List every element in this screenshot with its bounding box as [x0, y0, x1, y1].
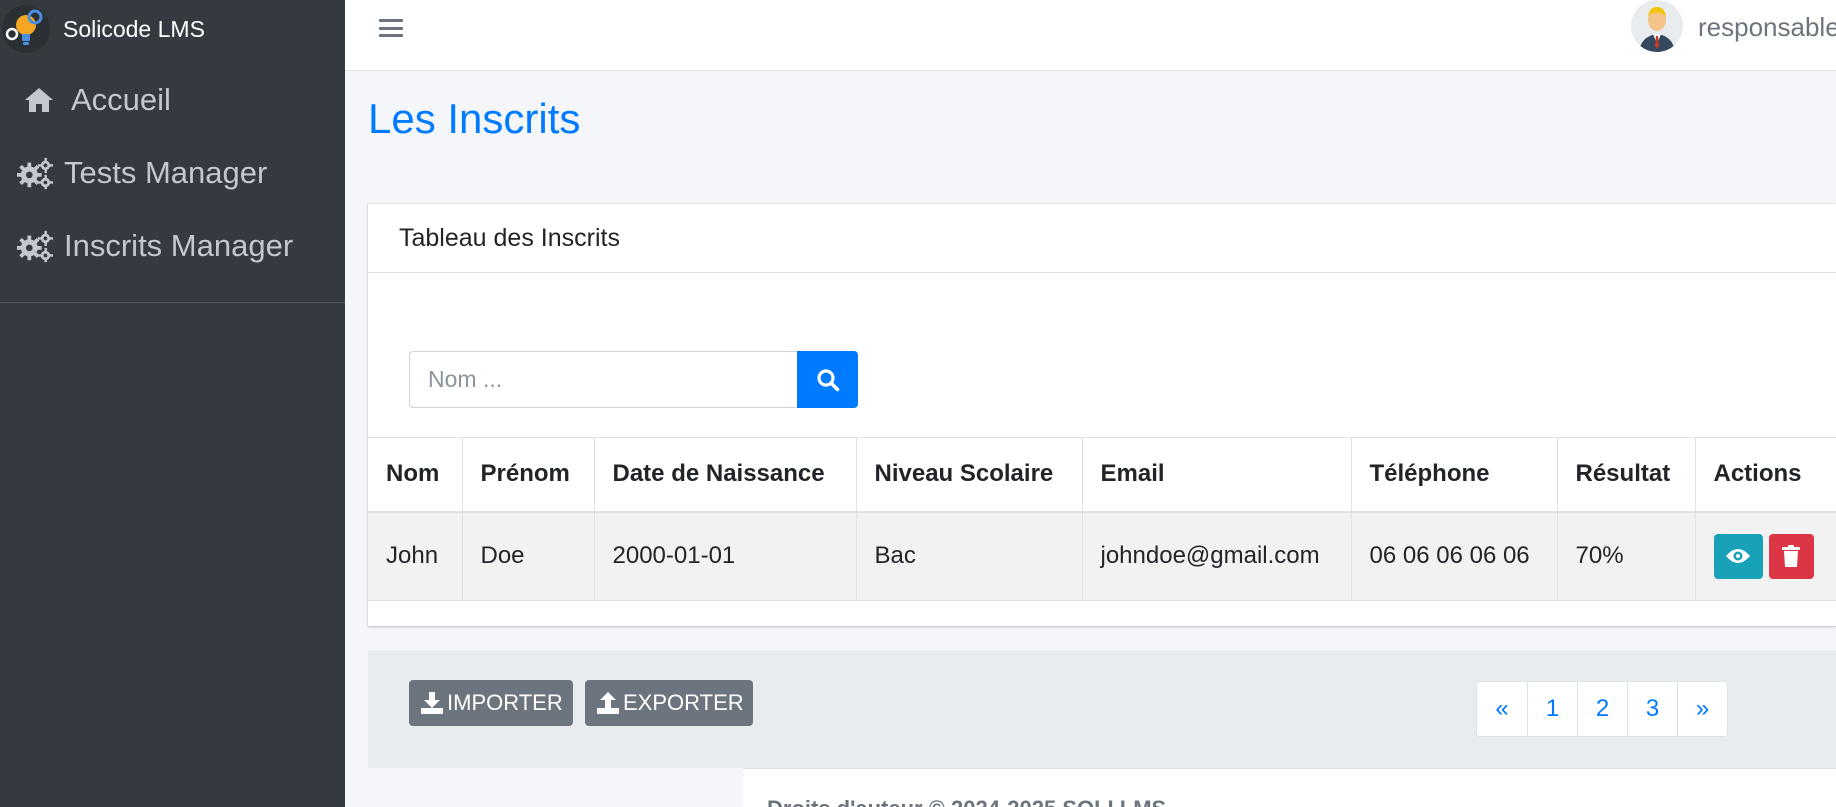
home-icon [21, 82, 57, 118]
column-header-niveau-scolaire[interactable]: Niveau Scolaire [855, 437, 1083, 513]
sidebar-item-inscrits-manager[interactable]: Inscrits Manager [0, 209, 345, 282]
eye-icon [1725, 547, 1751, 565]
import-button[interactable]: IMPORTER [409, 680, 573, 726]
copyright-footer: Droits d'auteur © 2024-2025 SOLI LMS [743, 768, 1836, 807]
hamburger-icon[interactable] [378, 17, 404, 39]
user-name[interactable]: responsable [1698, 12, 1836, 43]
pagination: « 1 2 3 » [1476, 681, 1728, 737]
column-header-prenom[interactable]: Prénom [461, 437, 595, 513]
export-label: EXPORTER [623, 690, 744, 715]
sidebar-item-label: Accueil [71, 81, 171, 117]
brand-link[interactable]: Solicode LMS [0, 0, 345, 58]
gears-icon [17, 228, 53, 264]
column-header-nom[interactable]: Nom [368, 437, 463, 513]
page-prev[interactable]: « [1477, 682, 1527, 736]
export-button[interactable]: EXPORTER [585, 680, 753, 726]
copyright-text: Droits d'auteur © 2024-2025 SOLI LMS [767, 796, 1166, 807]
column-header-email[interactable]: Email [1081, 437, 1352, 513]
lightbulb-gear-icon [0, 3, 52, 55]
delete-button[interactable] [1768, 533, 1814, 579]
sidebar-item-tests-manager[interactable]: Tests Manager [0, 136, 345, 209]
page-next[interactable]: » [1677, 682, 1727, 736]
sidebar-item-label: Tests Manager [64, 154, 268, 190]
card-header: Tableau des Inscrits [368, 204, 1836, 273]
gears-icon [17, 155, 53, 191]
upload-icon [597, 692, 619, 714]
view-button[interactable] [1713, 533, 1763, 579]
cell-niveau: Bac [855, 511, 1083, 601]
cell-actions [1694, 511, 1836, 601]
column-header-actions: Actions [1694, 437, 1836, 513]
cell-date-naissance: 2000-01-01 [593, 511, 857, 601]
column-header-resultat[interactable]: Résultat [1556, 437, 1696, 513]
user-avatar-icon[interactable] [1631, 0, 1683, 52]
download-icon [421, 692, 443, 714]
column-header-telephone[interactable]: Téléphone [1350, 437, 1558, 513]
card-title: Tableau des Inscrits [399, 223, 620, 252]
table-header-row: Nom Prénom Date de Naissance Niveau Scol… [368, 437, 1836, 513]
table-row: John Doe 2000-01-01 Bac johndoe@gmail.co… [368, 511, 1836, 601]
sidebar-divider [0, 302, 345, 303]
page-2[interactable]: 2 [1577, 682, 1627, 736]
top-navbar: responsable [345, 0, 1836, 71]
cell-resultat: 70% [1556, 511, 1696, 601]
cell-prenom: Doe [461, 511, 595, 601]
trash-icon [1782, 545, 1800, 568]
search-button[interactable] [797, 351, 858, 408]
column-header-date-naissance[interactable]: Date de Naissance [593, 437, 857, 513]
card-footer: IMPORTER EXPORTER « 1 2 3 » [368, 650, 1836, 768]
cell-nom: John [368, 511, 463, 601]
page-3[interactable]: 3 [1627, 682, 1677, 736]
brand-name: Solicode LMS [63, 15, 205, 42]
sidebar: Solicode LMS Accueil Tests Manager Inscr… [0, 0, 345, 807]
search-icon [816, 368, 840, 392]
cell-telephone: 06 06 06 06 06 [1350, 511, 1558, 601]
inscrits-table: Nom Prénom Date de Naissance Niveau Scol… [368, 437, 1836, 601]
page-1[interactable]: 1 [1527, 682, 1577, 736]
page-title: Les Inscrits [368, 95, 581, 142]
search-input[interactable] [409, 351, 797, 408]
import-label: IMPORTER [447, 690, 563, 715]
inscrits-card: Tableau des Inscrits Nom Prénom Date de … [368, 204, 1836, 626]
sidebar-item-accueil[interactable]: Accueil [0, 63, 345, 136]
sidebar-item-label: Inscrits Manager [64, 227, 294, 263]
cell-email: johndoe@gmail.com [1081, 511, 1352, 601]
